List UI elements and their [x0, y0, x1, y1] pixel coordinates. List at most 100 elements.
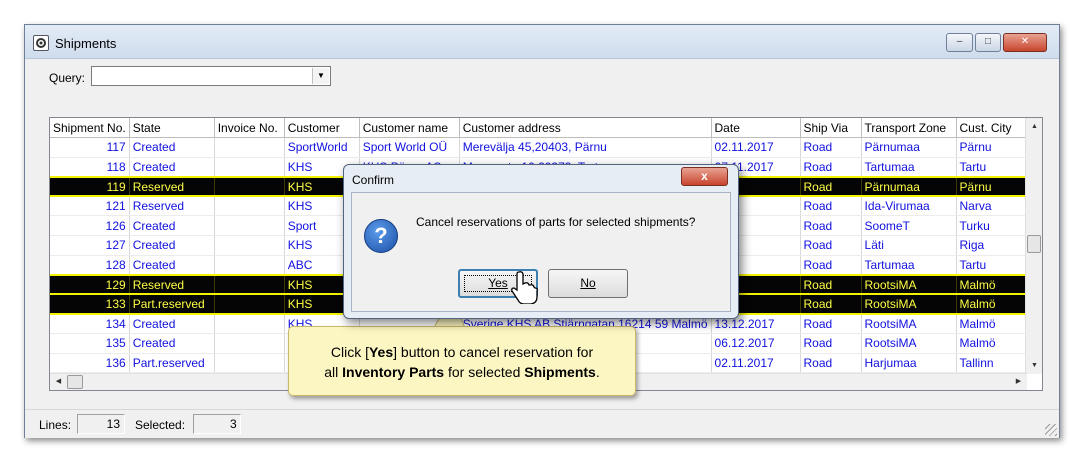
column-header[interactable]: Date: [711, 118, 801, 139]
gear-icon: [33, 35, 49, 51]
cell-no: 134: [50, 313, 130, 335]
callout-line2-pre: all: [324, 364, 343, 380]
cell-invoice: [214, 235, 285, 256]
hand-cursor-icon: [511, 271, 538, 304]
callout-line1-pre: Click [: [330, 344, 369, 360]
column-header[interactable]: Cust. City: [956, 118, 1034, 139]
table-header: Shipment No. State Invoice No. Customer Cust…: [50, 118, 1034, 139]
callout-line2-bold2: Shipments: [524, 364, 596, 380]
cell-city: Tartu: [956, 255, 1034, 276]
question-icon: ?: [364, 219, 398, 253]
maximize-button[interactable]: □: [975, 33, 1001, 52]
cell-name: Sport World OÜ: [359, 137, 460, 158]
cell-city: Turku: [956, 215, 1034, 237]
table-row[interactable]: 117 Created SportWorld Sport World OÜ Merevä…: [50, 137, 1034, 158]
cell-city: Narva: [956, 196, 1034, 217]
close-button[interactable]: ✕: [1003, 33, 1047, 52]
cell-no: 127: [50, 235, 130, 256]
cell-state: Created: [129, 333, 215, 354]
cell-date: 02.11.2017: [711, 353, 801, 374]
cell-state: Created: [129, 235, 215, 256]
cell-city: Tallinn: [956, 353, 1034, 374]
column-header[interactable]: State: [129, 118, 215, 139]
cell-via: Road: [800, 293, 862, 315]
cell-no: 129: [50, 273, 130, 296]
cell-city: Malmö: [956, 273, 1034, 296]
cell-state: Created: [129, 313, 215, 335]
cell-no: 121: [50, 196, 130, 217]
window-title: Shipments: [55, 36, 117, 51]
cell-no: 118: [50, 157, 130, 178]
scroll-down-icon[interactable]: ▼: [1026, 357, 1042, 374]
cell-no: 128: [50, 255, 130, 276]
cell-invoice: [214, 293, 285, 315]
vertical-scrollbar[interactable]: ▲ ▼: [1025, 118, 1042, 374]
cell-zone: SoomeT: [861, 215, 957, 237]
cell-city: Malmö: [956, 313, 1034, 335]
vertical-scroll-thumb[interactable]: [1027, 235, 1041, 253]
cell-invoice: [214, 273, 285, 296]
chevron-down-icon[interactable]: ▼: [312, 68, 329, 84]
cell-city: Pärnu: [956, 137, 1034, 158]
column-header[interactable]: Ship Via: [800, 118, 862, 139]
scroll-left-icon[interactable]: ◀: [50, 374, 67, 390]
cell-via: Road: [800, 353, 862, 374]
horizontal-scroll-thumb[interactable]: [67, 375, 83, 389]
cell-zone: Pärnumaa: [861, 175, 957, 198]
column-header[interactable]: Customer name: [359, 118, 460, 139]
dialog-message: Cancel reservations of parts for selecte…: [416, 215, 696, 229]
callout-line2-mid: for selected: [444, 364, 525, 380]
scroll-right-icon[interactable]: ▶: [1010, 374, 1027, 390]
cell-state: Reserved: [129, 273, 215, 296]
cell-invoice: [214, 353, 285, 374]
cell-state: Part.reserved: [129, 293, 215, 315]
cell-state: Reserved: [129, 175, 215, 198]
cell-city: Malmö: [956, 333, 1034, 354]
minimize-button[interactable]: –: [946, 33, 973, 52]
column-header[interactable]: Shipment No.: [50, 118, 130, 139]
query-dropdown[interactable]: ▼: [91, 66, 331, 86]
lines-count: 13: [77, 414, 125, 434]
scroll-up-icon[interactable]: ▲: [1026, 118, 1042, 135]
cell-no: 126: [50, 215, 130, 237]
cell-state: Reserved: [129, 196, 215, 217]
cell-via: Road: [800, 255, 862, 276]
column-header[interactable]: Customer: [284, 118, 360, 139]
cell-invoice: [214, 175, 285, 198]
instruction-callout: Click [Yes] button to cancel reservation…: [288, 326, 636, 396]
cell-no: 135: [50, 333, 130, 354]
cell-via: Road: [800, 157, 862, 178]
query-label: Query:: [49, 71, 86, 85]
resize-grip-icon[interactable]: [1045, 424, 1057, 436]
cell-invoice: [214, 333, 285, 354]
cell-state: Created: [129, 157, 215, 178]
column-header[interactable]: Transport Zone: [861, 118, 957, 139]
callout-text: Click [Yes] button to cancel reservation…: [289, 342, 635, 382]
column-header[interactable]: Customer address: [459, 118, 712, 139]
selected-count: 3: [193, 414, 241, 434]
cell-invoice: [214, 313, 285, 335]
cell-city: Riga: [956, 235, 1034, 256]
title-bar[interactable]: Shipments – □ ✕: [25, 25, 1059, 59]
cell-state: Created: [129, 215, 215, 237]
confirm-dialog: Confirm x ? Cancel reservations of parts…: [343, 164, 739, 319]
cell-via: Road: [800, 137, 862, 158]
cell-no: 119: [50, 175, 130, 198]
cell-via: Road: [800, 313, 862, 335]
callout-line2-post: .: [595, 364, 600, 380]
cell-via: Road: [800, 215, 862, 237]
cell-no: 117: [50, 137, 130, 158]
cell-city: Pärnu: [956, 175, 1034, 198]
cell-state: Part.reserved: [129, 353, 215, 374]
no-button[interactable]: No: [548, 269, 628, 298]
cell-no: 133: [50, 293, 130, 315]
cell-date: 02.11.2017: [711, 137, 801, 158]
dialog-close-button[interactable]: x: [681, 167, 728, 186]
cell-address: Merevälja 45,20403, Pärnu: [459, 137, 712, 158]
callout-line1-bold: Yes: [368, 344, 394, 360]
cell-zone: Tartumaa: [861, 157, 957, 178]
cell-invoice: [214, 196, 285, 217]
column-header[interactable]: Invoice No.: [214, 118, 285, 139]
cell-invoice: [214, 255, 285, 276]
cell-zone: Harjumaa: [861, 353, 957, 374]
